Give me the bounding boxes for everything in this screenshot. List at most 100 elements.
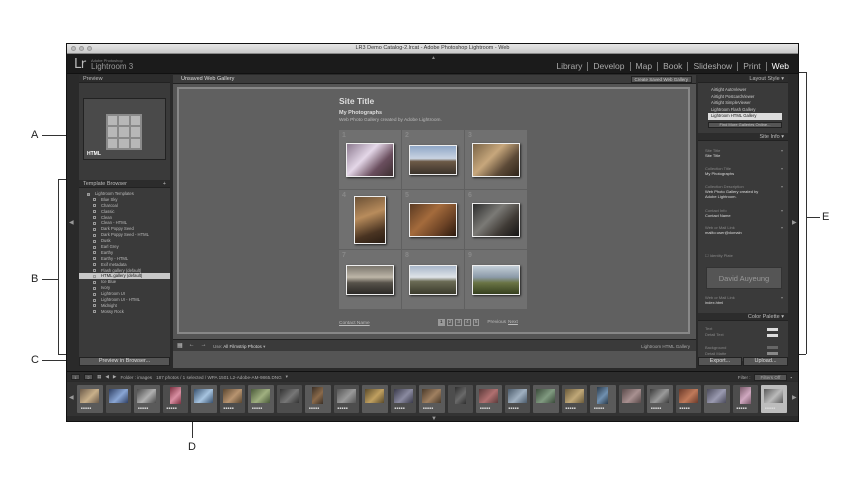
module-develop[interactable]: Develop xyxy=(588,62,631,71)
gallery-thumbnail[interactable] xyxy=(354,195,386,244)
grid-icon[interactable]: ▦ xyxy=(97,374,101,380)
filmstrip-frame[interactable] xyxy=(704,385,730,413)
preview-in-browser-button[interactable]: Preview in Browser... xyxy=(79,357,170,366)
layout-style-item[interactable]: Airtight PostcardViewer xyxy=(708,94,782,101)
template-browser-header[interactable]: Template Browser + xyxy=(79,180,170,188)
filmstrip-frame[interactable] xyxy=(362,385,388,413)
layout-style-item[interactable]: Airtight AutoViewer xyxy=(708,87,782,94)
identity-plate-toggle[interactable]: ☐ Identity Plate xyxy=(705,253,785,258)
page-2[interactable]: 2 xyxy=(446,319,454,326)
left-panel-toggle-icon[interactable]: ◀ xyxy=(69,219,74,226)
filmstrip-frame[interactable]: ■■■■■ xyxy=(162,385,188,413)
site-title[interactable]: Site Title xyxy=(339,96,374,106)
forward-icon[interactable]: ▶ xyxy=(113,374,117,380)
filmstrip-frame[interactable]: ■■■■■ xyxy=(333,385,359,413)
module-library[interactable]: Library xyxy=(551,62,589,71)
gallery-thumbnail[interactable] xyxy=(472,264,520,295)
page-1[interactable]: 1 xyxy=(438,319,445,326)
filter-select[interactable]: Filters Off xyxy=(753,374,788,381)
filmstrip-frame[interactable]: ■■■■■ xyxy=(77,385,103,413)
gallery-thumbnail[interactable] xyxy=(409,264,457,295)
filmstrip-frame[interactable] xyxy=(276,385,302,413)
panel-toggle-top-icon[interactable]: ▲ xyxy=(431,55,436,61)
contact-info-field[interactable]: Contact Info Contact Name ▾ xyxy=(705,208,785,218)
right-panel-toggle-icon[interactable]: ▶ xyxy=(792,219,797,226)
filmstrip-source[interactable]: Folder : images xyxy=(120,375,152,380)
identity-web-link-field[interactable]: Web or Mail Link index.html ▾ xyxy=(705,295,785,305)
contact-link[interactable]: Contact Name xyxy=(339,321,370,326)
filmstrip-frame[interactable] xyxy=(618,385,644,413)
filmstrip-frame[interactable]: ■■■■■ xyxy=(219,385,245,413)
filmstrip-frame[interactable]: ■■■■■ xyxy=(647,385,673,413)
main-window-button[interactable]: 1 xyxy=(71,374,80,380)
grid-cell[interactable]: 6 xyxy=(465,190,527,249)
collection-title-field[interactable]: Collection Title My Photographs ▾ xyxy=(705,166,785,176)
gallery-thumbnail[interactable] xyxy=(346,264,394,295)
mail-link-field[interactable]: Web or Mail Link mailto:user@domain ▾ xyxy=(705,225,785,235)
filmstrip-frame[interactable] xyxy=(191,385,217,413)
previous-page-link[interactable]: Previous xyxy=(487,320,506,325)
filmstrip-frame[interactable] xyxy=(105,385,131,413)
layout-style-item[interactable]: Airtight SimpleViewer xyxy=(708,100,782,107)
site-title-field[interactable]: Site Title Site Title ▾ xyxy=(705,148,785,158)
page-4[interactable]: 4 xyxy=(464,319,471,326)
upload-button[interactable]: Upload... xyxy=(743,357,788,366)
module-print[interactable]: Print xyxy=(738,62,767,71)
module-web[interactable]: Web xyxy=(767,62,794,71)
filmstrip-frame[interactable]: ■■■■■ xyxy=(732,385,758,413)
grid-view-icon[interactable]: ▦ xyxy=(177,342,183,349)
filmstrip-frame[interactable] xyxy=(447,385,473,413)
gallery-thumbnail[interactable] xyxy=(472,202,520,237)
layout-style-item[interactable]: Lightroom Flash Gallery xyxy=(708,107,782,114)
filmstrip-frame[interactable]: ■■■■■ xyxy=(504,385,530,413)
collection-description[interactable]: Web Photo Gallery created by Adobe Light… xyxy=(339,118,442,123)
back-icon[interactable]: ◀ xyxy=(105,374,109,380)
grid-cell[interactable]: 3 xyxy=(465,130,527,189)
filmstrip-frame[interactable]: ■■■■■ xyxy=(590,385,616,413)
gallery-thumbnail[interactable] xyxy=(472,142,520,177)
grid-cell[interactable]: 5 xyxy=(402,190,464,249)
gallery-thumbnail[interactable] xyxy=(409,144,457,175)
identity-plate-preview[interactable]: David Auyeung xyxy=(706,267,782,289)
previous-photo-icon[interactable]: ← xyxy=(189,342,195,349)
template-item[interactable]: Mossy Rock xyxy=(79,309,170,315)
module-slideshow[interactable]: Slideshow xyxy=(688,62,739,71)
preview-panel-header[interactable]: Preview xyxy=(79,75,170,83)
filmstrip-scroll-left-icon[interactable]: ◀ xyxy=(69,394,74,401)
filmstrip-frame-selected[interactable]: ■■■■■ xyxy=(761,385,787,413)
filmstrip-frame[interactable]: ■■■■■ xyxy=(134,385,160,413)
page-3[interactable]: 3 xyxy=(455,319,463,326)
secondary-window-button[interactable]: 2 xyxy=(84,374,93,380)
find-more-galleries-button[interactable]: Find More Galleries Online... xyxy=(708,122,782,128)
use-selector[interactable]: Use: All Filmstrip Photos ▾ xyxy=(213,344,265,350)
filmstrip-frame[interactable]: ■■■■■ xyxy=(561,385,587,413)
background-color-swatch[interactable] xyxy=(767,346,778,349)
grid-cell[interactable]: 9 xyxy=(465,250,527,309)
filmstrip-scroll-right-icon[interactable]: ▶ xyxy=(792,394,797,401)
next-page-link[interactable]: Next xyxy=(508,320,518,325)
create-saved-gallery-button[interactable]: Create Saved Web Gallery xyxy=(630,76,692,83)
detail-text-color-swatch[interactable] xyxy=(767,334,778,337)
gallery-thumbnail[interactable] xyxy=(346,142,394,177)
filter-lock-icon[interactable]: ▪ xyxy=(790,375,792,380)
collection-title[interactable]: My Photographs xyxy=(339,110,382,116)
layout-style-header[interactable]: Layout Style ▾ xyxy=(698,75,788,83)
gallery-thumbnail[interactable] xyxy=(409,202,457,237)
filmstrip-frame[interactable] xyxy=(533,385,559,413)
grid-cell[interactable]: 4 xyxy=(339,190,401,249)
filmstrip-frame[interactable]: ■■■■■ xyxy=(248,385,274,413)
filmstrip-frame[interactable]: ■■■■■ xyxy=(476,385,502,413)
module-book[interactable]: Book xyxy=(658,62,689,71)
layout-style-item-selected[interactable]: Lightroom HTML Gallery xyxy=(708,113,782,120)
module-map[interactable]: Map xyxy=(631,62,659,71)
filmstrip-frame[interactable]: ■■■■■ xyxy=(390,385,416,413)
grid-cell[interactable]: 8 xyxy=(402,250,464,309)
add-template-icon[interactable]: + xyxy=(163,181,166,187)
next-photo-icon[interactable]: → xyxy=(201,342,207,349)
filmstrip-frame[interactable]: ■■■■■ xyxy=(305,385,331,413)
grid-cell[interactable]: 2 xyxy=(402,130,464,189)
detail-matte-color-swatch[interactable] xyxy=(767,352,778,355)
page-5[interactable]: 5 xyxy=(472,319,480,326)
text-color-swatch[interactable] xyxy=(767,328,778,331)
filmstrip-frame[interactable]: ■■■■■ xyxy=(675,385,701,413)
